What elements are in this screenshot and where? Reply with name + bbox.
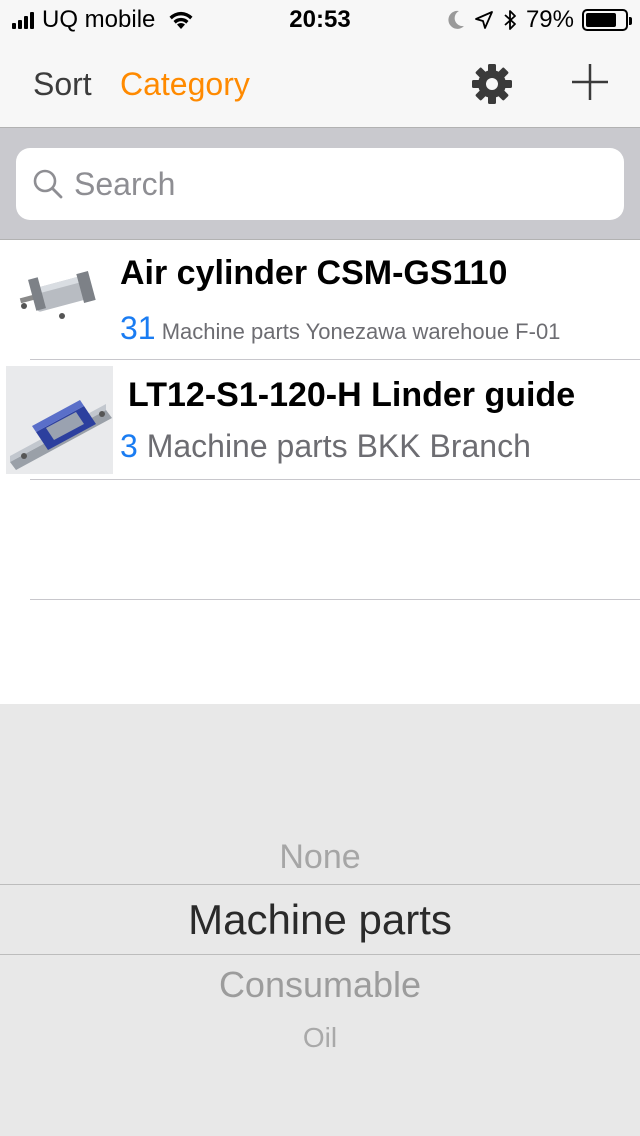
item-title: Air cylinder CSM-GS110	[120, 254, 508, 292]
linear-guide-image	[6, 366, 113, 474]
search-bar	[0, 128, 640, 240]
item-count: 3	[120, 428, 138, 464]
list-item[interactable]: Air cylinder CSM-GS110 31 Machine parts …	[0, 240, 640, 360]
item-subtitle: 31 Machine parts Yonezawa warehoue F-01	[120, 310, 560, 347]
divider	[30, 599, 640, 600]
battery-icon	[582, 9, 632, 31]
picker-option-selected[interactable]: Machine parts	[0, 896, 640, 944]
empty-row	[0, 480, 640, 600]
air-cylinder-image	[19, 270, 96, 319]
search-box[interactable]	[16, 148, 624, 220]
status-right: 79%	[446, 6, 632, 34]
category-button[interactable]: Category	[120, 66, 250, 103]
item-details: Machine parts Yonezawa warehoue F-01	[161, 319, 561, 344]
gear-icon[interactable]	[470, 62, 514, 106]
picker-selection-top-line	[0, 884, 640, 885]
item-title: LT12-S1-120-H Linder guide	[128, 376, 576, 414]
location-arrow-icon	[475, 11, 493, 29]
item-details: Machine parts BKK Branch	[146, 428, 531, 464]
item-list: Air cylinder CSM-GS110 31 Machine parts …	[0, 240, 640, 600]
navigation-bar: Sort Category	[0, 40, 640, 128]
battery-fill	[586, 13, 617, 27]
category-picker[interactable]: None Machine parts Consumable Oil	[0, 704, 640, 1136]
picker-option[interactable]: Oil	[0, 1022, 640, 1054]
picker-option[interactable]: Consumable	[0, 964, 640, 1006]
moon-icon	[448, 10, 464, 29]
battery-percent: 79%	[525, 6, 574, 33]
item-count: 31	[120, 310, 156, 346]
list-item[interactable]: LT12-S1-120-H Linder guide 3 Machine par…	[0, 360, 640, 480]
status-bar: UQ mobile 20:53 79%	[0, 0, 640, 40]
bluetooth-icon	[504, 10, 516, 30]
item-subtitle: 3 Machine parts BKK Branch	[120, 428, 531, 465]
search-icon	[33, 169, 63, 199]
search-input[interactable]	[74, 160, 604, 208]
picker-option[interactable]: None	[0, 838, 640, 877]
sort-button[interactable]: Sort	[33, 66, 92, 103]
picker-selection-bottom-line	[0, 954, 640, 955]
plus-icon[interactable]	[570, 62, 610, 102]
